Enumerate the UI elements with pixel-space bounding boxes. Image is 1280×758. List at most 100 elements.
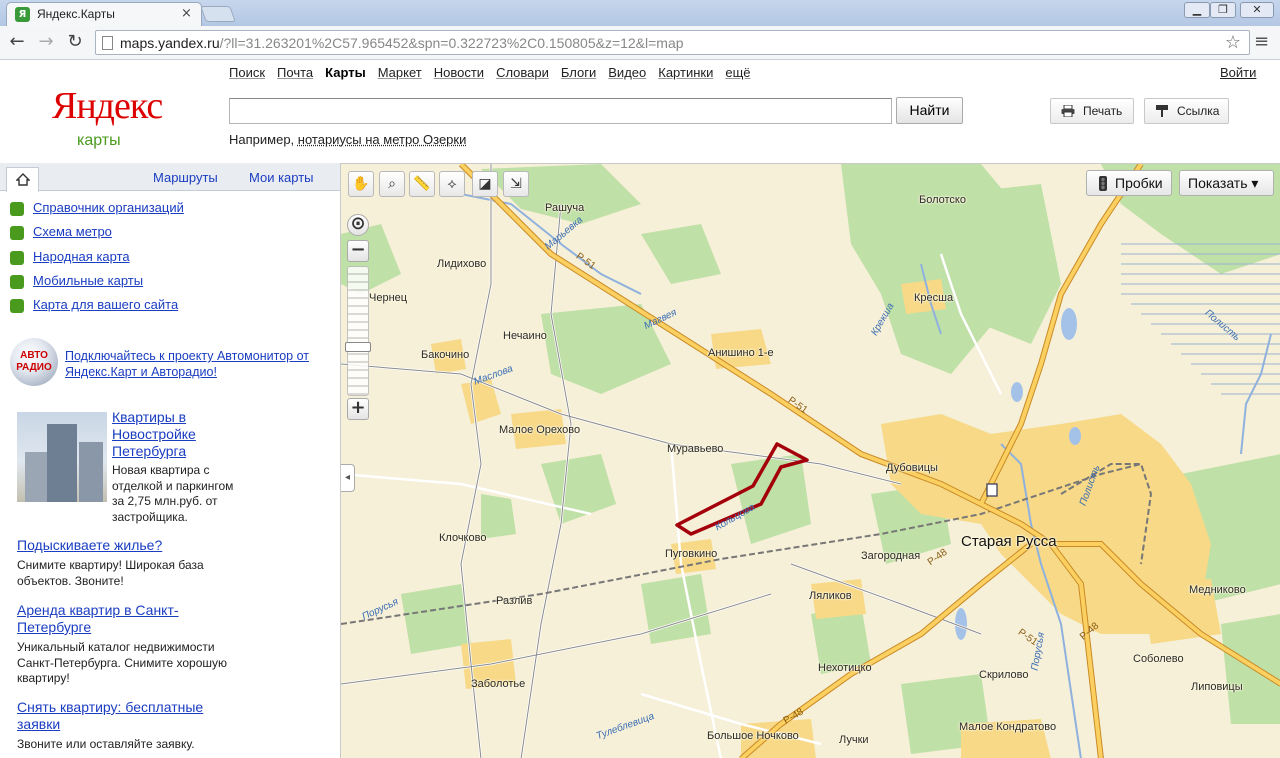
- city-label: Старая Русса: [961, 533, 1057, 550]
- url-path: /?ll=31.263201%2C57.965452&spn=0.322723%…: [219, 35, 684, 51]
- autoradio-logo[interactable]: АВТО РАДИО: [10, 338, 58, 386]
- sidebar-link-label: Народная карта: [33, 249, 130, 264]
- collapse-sidebar-button[interactable]: ◂: [341, 464, 355, 492]
- tab-home[interactable]: [6, 167, 39, 192]
- print-button[interactable]: Печать: [1050, 98, 1134, 124]
- zoom-out-button[interactable]: −: [347, 240, 369, 262]
- place-label: Чернец: [369, 292, 408, 304]
- service-link[interactable]: Карты: [325, 65, 366, 80]
- ad-building-photo[interactable]: [17, 412, 107, 502]
- info-pointer-icon[interactable]: ⇲: [503, 171, 529, 197]
- tab-my-maps[interactable]: Мои карты: [249, 170, 314, 185]
- ad-text-2: Снимите квартиру! Широкая база объектов.…: [17, 558, 204, 588]
- window-maximize-button[interactable]: ❐: [1210, 2, 1236, 18]
- tab-routes[interactable]: Маршруты: [153, 170, 218, 185]
- example-prefix: Например,: [229, 132, 298, 147]
- reload-button[interactable]: ↻: [64, 31, 86, 53]
- place-label: Липовицы: [1191, 681, 1243, 693]
- printer-icon: [1061, 105, 1075, 117]
- ad-text-1: Новая квартира с отделкой и паркингом за…: [112, 463, 234, 524]
- place-label: Муравьево: [667, 443, 724, 455]
- browser-tab[interactable]: Я Яндекс.Карты ×: [6, 2, 202, 26]
- ad-title-4[interactable]: Снять квартиру: бесплатные заявки: [17, 699, 232, 733]
- sidebar-link-label: Мобильные карты: [33, 273, 144, 288]
- zoom-in-button[interactable]: +: [347, 398, 369, 420]
- window-close-button[interactable]: ✕: [1240, 2, 1274, 18]
- locate-me-icon[interactable]: ⊙: [347, 214, 369, 236]
- sidebar-link-label: Схема метро: [33, 224, 112, 239]
- address-bar[interactable]: maps.yandex.ru/?ll=31.263201%2C57.965452…: [95, 30, 1250, 55]
- search-button[interactable]: Найти: [896, 97, 963, 124]
- tab-close-icon[interactable]: ×: [181, 6, 192, 21]
- place-label: Бакочино: [421, 349, 470, 361]
- service-link[interactable]: Маркет: [378, 65, 422, 80]
- show-layers-dropdown[interactable]: Показать ▾: [1179, 170, 1274, 196]
- service-link[interactable]: Блоги: [561, 65, 596, 80]
- url-text[interactable]: maps.yandex.ru/?ll=31.263201%2C57.965452…: [120, 35, 684, 51]
- drag-hand-icon[interactable]: ✋: [348, 171, 374, 197]
- print-label: Печать: [1083, 104, 1123, 118]
- service-link[interactable]: ещё: [725, 65, 750, 80]
- mobile-icon: [10, 275, 24, 289]
- place-label: Загородная: [861, 550, 921, 562]
- zoom-slider-handle[interactable]: [345, 342, 371, 352]
- maps-logo-subtitle: карты: [77, 132, 121, 149]
- ad-title-3[interactable]: Аренда квартир в Санкт-Петербурге: [17, 602, 217, 636]
- building-shape: [25, 452, 47, 502]
- directory-icon: [10, 202, 24, 216]
- map-graphics: [341, 164, 1280, 758]
- route-tool-icon[interactable]: ⟡: [439, 171, 465, 197]
- ruler-icon[interactable]: 📏: [409, 171, 435, 197]
- service-link[interactable]: Новости: [434, 65, 484, 80]
- place-label: Ляликов: [809, 590, 852, 602]
- place-label: Анишино 1-е: [708, 347, 774, 359]
- building-shape: [47, 424, 77, 502]
- railway-station-icon: [986, 483, 998, 497]
- link-button[interactable]: Ссылка: [1144, 98, 1229, 124]
- place-label: Нечаино: [503, 330, 547, 342]
- add-object-icon[interactable]: ◪: [472, 171, 498, 197]
- sidebar-link-label: Справочник организаций: [33, 200, 184, 215]
- place-label: Малое Кондратово: [959, 721, 1057, 733]
- traffic-button[interactable]: Пробки: [1086, 170, 1172, 196]
- service-link[interactable]: Словари: [496, 65, 549, 80]
- service-link[interactable]: Почта: [277, 65, 313, 80]
- magnifier-zoom-icon[interactable]: ⌕: [379, 171, 405, 197]
- traffic-light-icon: [1099, 176, 1107, 191]
- tab-title: Яндекс.Карты: [37, 7, 115, 21]
- site-map-icon: [10, 299, 24, 313]
- place-label: Кресша: [914, 292, 954, 304]
- url-host: maps.yandex.ru: [120, 35, 220, 51]
- place-label: Малое Орехово: [499, 424, 581, 436]
- ad-text-3: Уникальный каталог недвижимости Санкт-Пе…: [17, 640, 228, 685]
- map-canvas[interactable]: ✋ ⌕ 📏 ⟡ ◪ ⇲ ⊙ − + ◂ Пробки Показать ▾ Ра…: [340, 163, 1280, 758]
- yandex-maps-favicon-icon: Я: [15, 7, 30, 22]
- forward-button[interactable]: →: [35, 31, 57, 53]
- people-map-icon: [10, 251, 24, 265]
- example-link[interactable]: нотариусы на метро Озерки: [298, 132, 467, 147]
- search-input[interactable]: [229, 98, 892, 124]
- link-label: Ссылка: [1177, 104, 1220, 118]
- place-label: Дубовицы: [886, 462, 938, 474]
- place-label: Пуговкино: [665, 548, 718, 560]
- sidebar-tabs: Маршруты Мои карты: [0, 163, 340, 192]
- place-label: Большое Ночково: [707, 730, 799, 742]
- window-minimize-button[interactable]: ▁: [1184, 2, 1210, 18]
- ad-title-2[interactable]: Подыскиваете жилье?: [17, 537, 317, 554]
- service-link[interactable]: Видео: [608, 65, 646, 80]
- browser-tabstrip: Я Яндекс.Карты × ▁ ❐ ✕: [0, 0, 1280, 26]
- traffic-label: Пробки: [1115, 175, 1163, 191]
- new-tab-button[interactable]: [200, 6, 236, 22]
- back-button[interactable]: ←: [6, 31, 28, 53]
- login-link[interactable]: Войти: [1220, 65, 1256, 80]
- place-label: Лидихово: [437, 258, 487, 270]
- ad-text-4: Звоните или оставляйте заявку.: [17, 737, 195, 751]
- zoom-slider-track[interactable]: [347, 266, 369, 396]
- yandex-logo[interactable]: Яндекс: [52, 84, 163, 128]
- browser-menu-icon[interactable]: ≡: [1254, 31, 1269, 52]
- service-link[interactable]: Поиск: [229, 65, 265, 80]
- service-link[interactable]: Картинки: [658, 65, 713, 80]
- bookmark-star-icon[interactable]: ☆: [1225, 32, 1241, 53]
- automonitor-promo-link[interactable]: Подключайтесь к проекту Автомонитор от Я…: [65, 348, 330, 380]
- ad-title-1[interactable]: Квартиры в Новостройке Петербурга: [112, 409, 237, 460]
